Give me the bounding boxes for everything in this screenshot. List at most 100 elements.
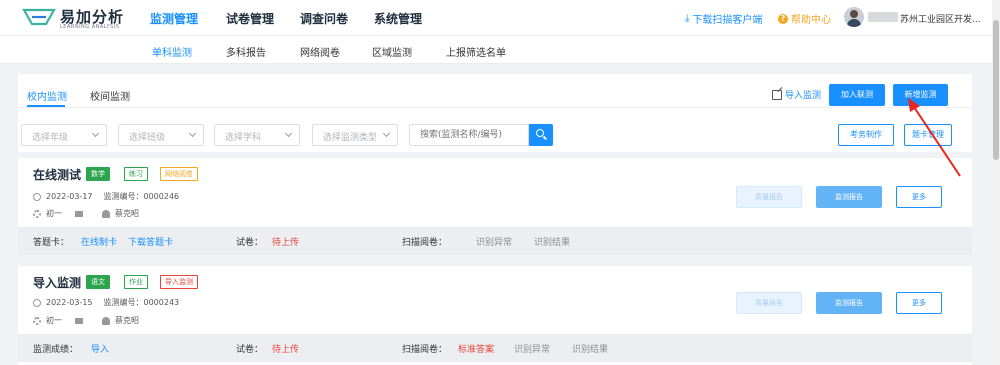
search-button[interactable] — [529, 124, 553, 146]
teacher-icon — [102, 209, 110, 218]
card-grade: 初一 — [46, 316, 62, 325]
chevron-down-icon — [91, 129, 100, 138]
download-label: 下载扫描客户端 — [692, 15, 763, 26]
subject-select-placeholder: 选择学科 — [225, 133, 262, 143]
nav-system[interactable]: 系统管理 — [374, 10, 422, 27]
help-icon: ? — [778, 13, 788, 24]
exam-affairs-button[interactable]: 考务制作 — [838, 124, 894, 146]
scan-label: 扫描阅卷： — [402, 238, 448, 248]
sub-navigation: 单科监测 多科报告 网络阅卷 区域监测 上报筛选名单 — [0, 36, 992, 64]
monitor-report-button[interactable]: 监测报告 — [816, 186, 882, 208]
paper-status[interactable]: 待上传 — [272, 342, 299, 355]
monitor-type-select[interactable]: 选择监测类型 — [312, 124, 398, 146]
subject-tag: 数学 — [86, 167, 110, 181]
monitor-card: 在线测试 数学 练习 网络阅卷 2022-03-17 监测编号：0000246 … — [18, 158, 972, 255]
logo-subtitle: LEARNING ANALYSIS — [60, 24, 120, 30]
card-meta-row2: 初一 蔡克昭 — [33, 208, 139, 219]
edit-icon — [772, 89, 782, 100]
subject-tag: 语文 — [86, 275, 110, 289]
chevron-down-icon — [188, 129, 197, 138]
import-label: 导入监测 — [785, 91, 822, 101]
online-card-link[interactable]: 在线制卡 — [81, 235, 117, 248]
nav-monitoring[interactable]: 监测管理 — [150, 10, 198, 27]
card-title[interactable]: 在线测试 — [33, 166, 81, 183]
quality-report-button[interactable]: 质量报告 — [736, 292, 802, 314]
help-label: 帮助中心 — [791, 15, 831, 26]
recognize-error-link[interactable]: 识别异常 — [514, 342, 550, 355]
grade-select[interactable]: 选择年级 — [21, 124, 107, 146]
top-header: 易加分析 LEARNING ANALYSIS 监测管理 试卷管理 调查问卷 系统… — [0, 0, 992, 36]
card-meta-row: 2022-03-17 监测编号：0000246 — [33, 191, 179, 202]
page-scrollbar[interactable] — [992, 0, 1000, 365]
recognize-result-link[interactable]: 识别结果 — [572, 342, 608, 355]
subnav-region[interactable]: 区域监测 — [372, 44, 412, 59]
join-exam-button[interactable]: 加入联测 — [829, 84, 885, 106]
tab-divider — [18, 107, 972, 108]
more-button[interactable]: 更多 — [896, 186, 942, 208]
teacher-icon — [102, 316, 110, 325]
card-teacher: 蔡克昭 — [115, 209, 139, 218]
clock-icon — [33, 192, 41, 201]
import-score-link[interactable]: 导入 — [91, 342, 109, 355]
app-logo[interactable]: 易加分析 LEARNING ANALYSIS — [22, 5, 123, 33]
mode-tag: 网络阅卷 — [160, 167, 198, 181]
card-code: 监测编号：0000246 — [103, 192, 180, 201]
recognize-result-link[interactable]: 识别结果 — [534, 235, 570, 248]
card-title[interactable]: 导入监测 — [33, 274, 81, 291]
answer-card-label: 答题卡： — [33, 238, 70, 248]
download-card-link[interactable]: 下载答题卡 — [128, 235, 173, 248]
help-center-link[interactable]: ? 帮助中心 — [778, 11, 831, 26]
card-date: 2022-03-17 — [46, 192, 93, 201]
tab-inter-school[interactable]: 校间监测 — [90, 88, 130, 103]
card-footer: 监测成绩： 导入 试卷： 待上传 扫描阅卷： 标准答案 识别异常 识别结果 — [18, 334, 972, 362]
nav-survey[interactable]: 调查问卷 — [300, 10, 348, 27]
class-select[interactable]: 选择班级 — [118, 124, 204, 146]
quality-report-button[interactable]: 质量报告 — [736, 186, 802, 208]
more-button[interactable]: 更多 — [896, 292, 942, 314]
card-date: 2022-03-15 — [46, 298, 93, 307]
download-client-link[interactable]: ⤓ 下载扫描客户端 — [685, 11, 762, 26]
recognize-error-link[interactable]: 识别异常 — [476, 235, 512, 248]
clock-icon — [33, 298, 41, 307]
filter-panel: 校内监测 校间监测 导入监测 加入联测 新增监测 选择年级 选择班级 选择学科 … — [18, 74, 972, 152]
tab-school[interactable]: 校内监测 — [27, 88, 67, 103]
card-manage-button[interactable]: 题卡管理 — [904, 124, 952, 146]
type-tag: 练习 — [124, 167, 148, 181]
mode-tag: 导入监测 — [160, 275, 198, 289]
subnav-online-marking[interactable]: 网络阅卷 — [300, 44, 340, 59]
add-monitor-button[interactable]: 新增监测 — [893, 84, 948, 106]
standard-answer-link[interactable]: 标准答案 — [458, 342, 494, 355]
card-grade: 初一 — [46, 209, 62, 218]
chevron-down-icon — [382, 129, 391, 138]
logo-icon — [22, 8, 56, 26]
nav-papers[interactable]: 试卷管理 — [226, 10, 274, 27]
card-footer: 答题卡： 在线制卡 下载答题卡 试卷： 待上传 扫描阅卷： 识别异常 识别结果 — [18, 227, 972, 255]
monitor-card: 导入监测 语文 作业 导入监测 2022-03-15 监测编号：0000243 … — [18, 266, 972, 365]
chevron-down-icon — [284, 129, 293, 138]
paper-label: 试卷： — [236, 238, 264, 248]
subnav-report-list[interactable]: 上报筛选名单 — [446, 44, 506, 59]
monitor-type-placeholder: 选择监测类型 — [323, 133, 378, 143]
subnav-multi-report[interactable]: 多科报告 — [226, 44, 266, 59]
paper-status[interactable]: 待上传 — [272, 235, 299, 248]
subject-select[interactable]: 选择学科 — [214, 124, 300, 146]
blurred-name — [868, 12, 898, 22]
download-icon: ⤓ — [685, 13, 690, 24]
scrollbar-thumb[interactable] — [993, 20, 999, 160]
book-icon — [75, 317, 83, 324]
subnav-single-subject[interactable]: 单科监测 — [152, 44, 192, 59]
card-code: 监测编号：0000243 — [103, 298, 180, 307]
card-meta-row2: 初一 蔡克昭 — [33, 315, 139, 326]
grade-icon — [33, 209, 41, 218]
search-input[interactable] — [409, 124, 529, 146]
scan-label: 扫描阅卷： — [402, 345, 448, 355]
user-org-name[interactable]: 苏州工业园区开发... — [900, 12, 981, 25]
import-monitor-link[interactable]: 导入监测 — [772, 88, 821, 101]
monitor-report-button[interactable]: 监测报告 — [816, 292, 882, 314]
class-select-placeholder: 选择班级 — [129, 133, 166, 143]
paper-label: 试卷： — [236, 345, 264, 355]
book-icon — [75, 210, 83, 217]
user-avatar[interactable] — [844, 7, 864, 27]
grade-icon — [33, 316, 41, 325]
grade-select-placeholder: 选择年级 — [32, 133, 69, 143]
